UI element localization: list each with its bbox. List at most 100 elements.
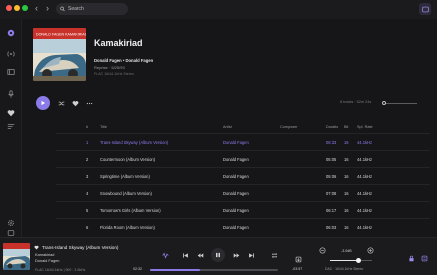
title-bar: ‹ › [0, 0, 437, 19]
now-playing-title[interactable]: Trans-Island Skyway (Album Version) [42, 245, 118, 250]
track-rate: 44.1kHz [357, 225, 373, 230]
album-cover: DONALD FAGEN KAMAKIRIAD [33, 28, 86, 81]
play-pause-button[interactable] [211, 248, 225, 262]
track-artist[interactable]: Donald Fagen [223, 140, 249, 145]
track-artist[interactable]: Donald Fagen [223, 174, 249, 179]
sidebar-item-playlists[interactable] [5, 120, 16, 131]
sidebar-item-mic[interactable] [5, 88, 16, 99]
album-title: Kamakiriad [94, 38, 143, 48]
album-controls: 8 tracks · 52m 24s [22, 96, 437, 110]
search-input[interactable] [68, 6, 128, 12]
track-row[interactable]: 2 Countermoon (Album Version) Donald Fag… [56, 150, 430, 167]
next-button[interactable] [247, 251, 255, 259]
track-row[interactable]: 3 Springtime (Album Version) Donald Fage… [56, 167, 430, 184]
lock-icon [408, 255, 414, 261]
lock-button[interactable] [407, 254, 415, 262]
track-bit: 16 [344, 208, 349, 213]
sidebar-item-favorites[interactable] [5, 107, 16, 118]
miniplayer-button[interactable] [419, 3, 431, 15]
track-bit: 16 [344, 225, 349, 230]
col-title[interactable]: Title [100, 125, 107, 129]
close-window-button[interactable] [6, 5, 12, 11]
volume-up-button[interactable] [366, 246, 374, 254]
previous-icon [182, 252, 188, 258]
heart-icon [72, 100, 78, 106]
album-format: FLAC 16/44.1kHz Stereo [94, 72, 134, 76]
track-number: 2 [86, 157, 89, 162]
elapsed-time: 02:32 [133, 267, 142, 271]
volume-label: -3.0dB [341, 249, 352, 253]
col-sample-rate[interactable]: Spl. Rate [357, 125, 373, 129]
queue-button[interactable] [420, 254, 428, 262]
track-row[interactable]: 1 Trans-Island Skyway (Album Version) Do… [56, 133, 430, 150]
app-window: ‹ › Search DONALD FAGEN KAMAKIRIAD Kamak… [0, 0, 437, 275]
remaining-time: -03:57 [292, 267, 303, 271]
forward-icon[interactable]: › [42, 3, 53, 14]
track-title: Trans-Island Skyway (Album Version) [100, 140, 169, 145]
search-icon [60, 6, 65, 12]
previous-button[interactable] [181, 251, 189, 259]
rewind-button[interactable] [196, 251, 204, 259]
play-album-button[interactable] [36, 96, 50, 110]
heart-icon[interactable] [34, 245, 39, 250]
track-rate: 44.1kHz [357, 174, 373, 179]
track-artist[interactable]: Donald Fagen [223, 208, 249, 213]
list-scroll-track[interactable] [383, 103, 417, 104]
track-title: Snowbound (Album Version) [100, 191, 152, 196]
cover-lettering: DONALD FAGEN KAMAKIRIAD [36, 33, 86, 37]
fast-forward-icon [233, 252, 239, 258]
compass-icon [7, 29, 14, 36]
now-playing-cover[interactable] [3, 243, 30, 270]
track-number: 6 [86, 225, 89, 230]
track-artist[interactable]: Donald Fagen [223, 191, 249, 196]
album-label-date: Reprise · 5/25/93 [94, 65, 125, 70]
album-view: DONALD FAGEN KAMAKIRIAD Kamakiriad Donal… [22, 19, 437, 237]
sidebar-item-home[interactable] [5, 27, 16, 38]
sidebar-item-library[interactable] [5, 66, 16, 77]
repeat-button[interactable] [270, 251, 278, 259]
progress-bar[interactable] [150, 269, 278, 271]
volume-knob[interactable] [356, 258, 362, 263]
lyrics-button[interactable] [294, 255, 302, 263]
heart-icon [7, 109, 14, 116]
now-playing-album[interactable]: Kamakiriad [35, 252, 54, 257]
track-artist[interactable]: Donald Fagen [223, 157, 249, 162]
playlist-icon [7, 123, 14, 129]
volume-slider[interactable] [330, 258, 372, 263]
stop-after-button[interactable] [161, 251, 169, 259]
fast-forward-button[interactable] [232, 251, 240, 259]
track-bit: 16 [344, 140, 349, 145]
back-icon[interactable]: ‹ [31, 3, 42, 14]
minus-icon [319, 247, 325, 253]
search-box[interactable] [56, 3, 128, 15]
plus-icon [367, 247, 373, 253]
now-playing-artist[interactable]: Donald Fagen [35, 258, 59, 263]
sidebar-item-radio[interactable] [5, 48, 16, 59]
col-duration[interactable]: Duratio [326, 125, 338, 129]
track-number: 5 [86, 208, 89, 213]
col-number[interactable]: # [86, 125, 88, 129]
output-device[interactable]: DAC · 16/44.1kHz Stereo [325, 267, 363, 271]
album-artists[interactable]: Donald Fagen • Donald Fagen [94, 58, 153, 63]
track-bit: 16 [344, 174, 349, 179]
track-artist[interactable]: Donald Fagen [223, 225, 249, 230]
track-bit: 16 [344, 157, 349, 162]
minimize-window-button[interactable] [14, 5, 20, 11]
track-row[interactable]: 5 Tomorrow's Girls (Album Version) Donal… [56, 201, 430, 218]
maximize-window-button[interactable] [22, 5, 28, 11]
microphone-icon [7, 89, 14, 98]
favorite-album-button[interactable] [71, 99, 79, 107]
list-scroll-handle[interactable] [382, 101, 386, 105]
radio-icon [6, 50, 15, 57]
col-bit[interactable]: Bit [344, 125, 348, 129]
more-icon [86, 102, 92, 104]
volume-down-button[interactable] [318, 246, 326, 254]
track-row[interactable]: 4 Snowbound (Album Version) Donald Fagen… [56, 184, 430, 201]
col-composer[interactable]: Composer [280, 125, 298, 129]
progress-fill [150, 269, 200, 271]
track-row[interactable]: 6 Florida Room (Album Version) Donald Fa… [56, 218, 430, 235]
shuffle-button[interactable] [57, 99, 65, 107]
track-number: 1 [86, 140, 89, 145]
col-artist[interactable]: Artist [223, 125, 232, 129]
more-options-button[interactable] [85, 99, 93, 107]
